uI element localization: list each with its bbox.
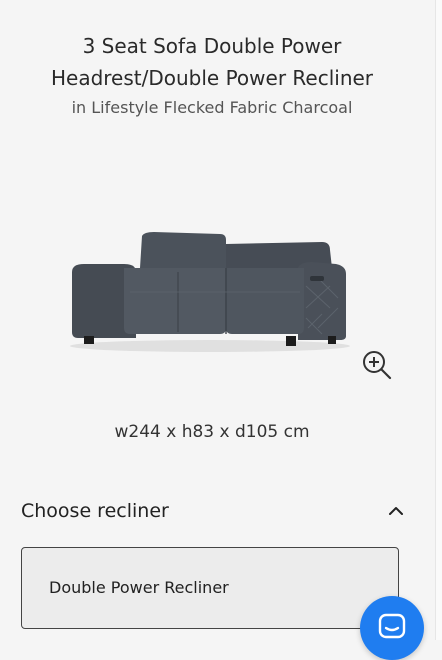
zoom-in-icon[interactable] [360,348,394,382]
chat-icon [378,613,406,639]
recliner-option-card[interactable]: Double Power Recliner [21,547,399,629]
product-image [70,232,350,352]
recliner-option-label: Double Power Recliner [49,578,229,597]
recliner-section-toggle[interactable]: Choose recliner [21,496,405,526]
recliner-section-title: Choose recliner [21,500,169,522]
product-title-line1: 3 Seat Sofa Double Power [82,34,342,58]
chat-button[interactable] [360,596,424,660]
chevron-up-icon [389,507,403,515]
scrollbar-edge [435,0,442,640]
product-dimensions: w244 x h83 x d105 cm [114,422,310,442]
product-subtitle: in Lifestyle Flecked Fabric Charcoal [71,98,353,117]
product-title-line2: Headrest/Double Power Recliner [50,66,374,90]
product-title: 3 Seat Sofa Double Power Headrest/Double… [0,30,424,94]
